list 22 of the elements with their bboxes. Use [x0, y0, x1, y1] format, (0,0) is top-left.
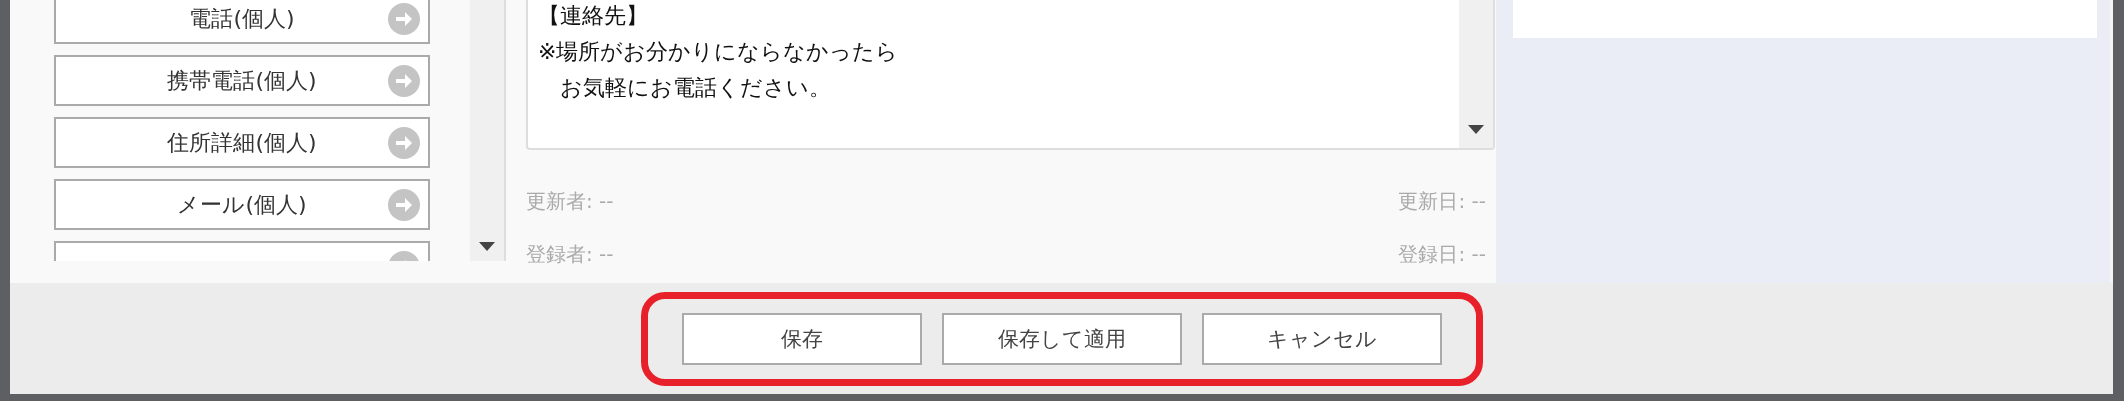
arrow-circle-icon	[388, 127, 420, 159]
memo-line: ※場所がお分かりにならなかったら	[538, 38, 900, 66]
arrow-circle-icon	[388, 65, 420, 97]
contact-button[interactable]: 住所詳細(個人)	[54, 117, 430, 168]
contact-button[interactable]: 携帯電話(個人)	[54, 55, 430, 106]
footer-button[interactable]: 保存して適用	[941, 312, 1182, 365]
meta-label: 登録者: --	[526, 241, 614, 268]
arrow-circle-icon	[388, 3, 420, 35]
memo-line: 【連絡先】	[538, 2, 649, 30]
meta-label: 登録日: --	[1398, 241, 1486, 268]
memo-line: お気軽にお電話ください。	[559, 74, 832, 102]
scroll-down-icon[interactable]	[479, 242, 495, 251]
scrollbar[interactable]	[470, 0, 506, 261]
meta-label: 更新日: --	[1398, 188, 1486, 215]
contact-button[interactable]: メール(個人)	[54, 179, 430, 230]
footer-button[interactable]: キャンセル	[1201, 312, 1442, 365]
memo-field[interactable]: 【連絡先】 ※場所がお分かりにならなかったら お気軽にお電話ください。	[526, 0, 1495, 150]
meta-label: 更新者: --	[526, 188, 614, 215]
scroll-down-icon[interactable]	[1468, 125, 1484, 134]
contact-button[interactable]: 電話(個人)	[54, 0, 430, 44]
footer-button[interactable]: 保存	[681, 312, 922, 365]
arrow-circle-icon	[388, 189, 420, 221]
